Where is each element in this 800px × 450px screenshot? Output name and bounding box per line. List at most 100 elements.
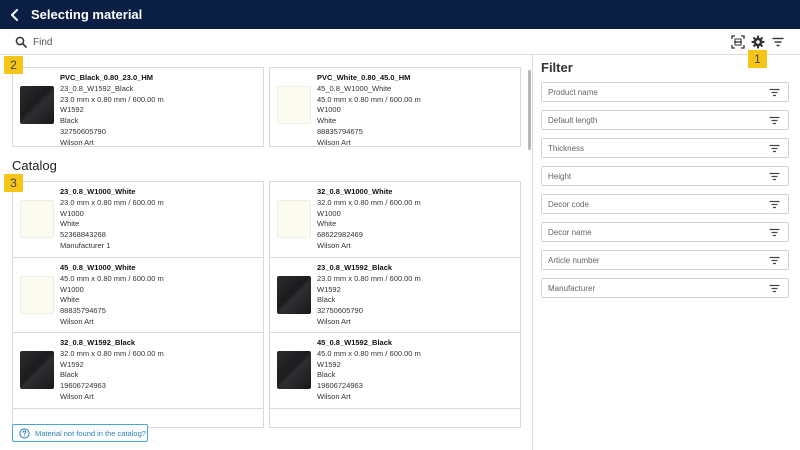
material-color: White — [317, 116, 337, 126]
filter-field-article-number[interactable]: Article number — [541, 250, 789, 270]
catalog-material-card[interactable]: 32_0.8_W1592_Black 32.0 mm x 0.80 mm / 6… — [12, 332, 264, 412]
material-swatch — [20, 200, 54, 238]
filter-field-height[interactable]: Height — [541, 166, 789, 186]
filter-field-decor-name[interactable]: Decor name — [541, 222, 789, 242]
catalog-material-card[interactable]: 23_0.8_W1592_Black 23.0 mm x 0.80 mm / 6… — [269, 257, 521, 337]
material-swatch — [277, 351, 311, 389]
catalog-material-card[interactable]: 32_0.8_W1000_White 32.0 mm x 0.80 mm / 6… — [269, 181, 521, 261]
filter-field-label: Manufacturer — [548, 283, 596, 293]
barcode-scan-icon[interactable] — [731, 35, 745, 49]
material-manufacturer: Wilson Art — [317, 391, 351, 401]
material-name: 45_0.8_W1592_Black — [317, 338, 393, 347]
material-manufacturer: Wilson Art — [317, 240, 351, 250]
filter-field-product-name[interactable]: Product name — [541, 82, 789, 102]
material-manufacturer: Wilson Art — [60, 391, 94, 401]
material-info: 45_0.8_W1592_Black 45.0 mm x 0.80 mm / 6… — [317, 338, 421, 403]
material-article: 88835794675 — [60, 306, 106, 316]
catalog-material-card[interactable]: 23_0.8_W1000_White 23.0 mm x 0.80 mm / 6… — [12, 181, 264, 261]
material-decor: W1000 — [317, 105, 341, 115]
material-manufacturer: Wilson Art — [317, 137, 351, 147]
filter-lines-icon[interactable] — [771, 35, 785, 49]
material-decor: W1000 — [60, 284, 84, 294]
material-swatch — [20, 86, 54, 124]
material-name: PVC_Black_0.80_23.0_HM — [60, 73, 153, 82]
filter-field-thickness[interactable]: Thickness — [541, 138, 789, 158]
material-name: 45_0.8_W1000_White — [60, 263, 136, 272]
recent-material-card[interactable]: PVC_Black_0.80_23.0_HM 23_0.8_W1592_Blac… — [12, 67, 264, 147]
material-article: 88835794675 — [317, 126, 363, 136]
material-code: 23_0.8_W1592_Black — [60, 83, 134, 93]
material-name: 32_0.8_W1000_White — [317, 187, 393, 196]
material-article: 68622982469 — [317, 230, 363, 240]
annotation-badge-3: 3 — [4, 174, 23, 192]
filter-field-decor-code[interactable]: Decor code — [541, 194, 789, 214]
material-decor: W1592 — [60, 359, 84, 369]
material-decor: W1000 — [60, 208, 84, 218]
filter-field-label: Thickness — [548, 143, 585, 153]
material-dimensions: 23.0 mm x 0.80 mm / 600.00 m — [317, 273, 421, 283]
filter-lines-icon — [769, 256, 780, 264]
material-manufacturer: Manufacturer 1 — [60, 240, 111, 250]
material-info: 23_0.8_W1592_Black 23.0 mm x 0.80 mm / 6… — [317, 263, 421, 328]
page-title: Selecting material — [31, 7, 143, 22]
filter-field-default-length[interactable]: Default length — [541, 110, 789, 130]
search-bar — [0, 29, 800, 55]
material-not-found-button[interactable]: Material not found in the catalog? — [12, 424, 148, 442]
material-name: 23_0.8_W1000_White — [60, 187, 136, 196]
recent-material-card[interactable]: PVC_White_0.80_45.0_HM 45_0.8_W1000_Whit… — [269, 67, 521, 147]
question-circle-icon — [19, 427, 30, 439]
material-swatch — [20, 276, 54, 314]
gear-icon[interactable] — [751, 35, 765, 49]
material-dimensions: 45.0 mm x 0.80 mm / 600.00 m — [317, 348, 421, 358]
material-dimensions: 45.0 mm x 0.80 mm / 600.00 m — [317, 94, 421, 104]
material-color: White — [60, 219, 80, 229]
back-button[interactable] — [0, 0, 30, 29]
material-info: PVC_White_0.80_45.0_HM 45_0.8_W1000_Whit… — [317, 73, 421, 149]
material-name: 32_0.8_W1592_Black — [60, 338, 136, 347]
list-scrollbar[interactable] — [528, 70, 531, 150]
search-input[interactable] — [33, 33, 533, 51]
material-color: Black — [317, 370, 336, 380]
material-manufacturer: Wilson Art — [60, 137, 94, 147]
material-color: Black — [317, 295, 336, 305]
filter-field-label: Height — [548, 171, 572, 181]
filter-field-manufacturer[interactable]: Manufacturer — [541, 278, 789, 298]
material-color: White — [317, 219, 337, 229]
filter-field-label: Default length — [548, 115, 598, 125]
filter-field-label: Decor name — [548, 227, 592, 237]
material-decor: W1592 — [60, 105, 84, 115]
annotation-badge-2: 2 — [4, 56, 23, 74]
filter-field-label: Decor code — [548, 199, 589, 209]
material-swatch — [20, 351, 54, 389]
material-article: 19606724963 — [317, 381, 363, 391]
material-info: 32_0.8_W1000_White 32.0 mm x 0.80 mm / 6… — [317, 187, 421, 252]
pane-divider — [532, 55, 533, 450]
material-manufacturer: Wilson Art — [317, 316, 351, 326]
material-manufacturer: Wilson Art — [60, 316, 94, 326]
material-swatch — [277, 86, 311, 124]
material-dimensions: 32.0 mm x 0.80 mm / 600.00 m — [317, 197, 421, 207]
filter-lines-icon — [769, 88, 780, 96]
material-dimensions: 23.0 mm x 0.80 mm / 600.00 m — [60, 197, 164, 207]
filter-heading: Filter — [541, 60, 573, 75]
material-color: Black — [60, 370, 79, 380]
filter-lines-icon — [769, 172, 780, 180]
material-decor: W1592 — [317, 284, 341, 294]
filter-lines-icon — [769, 284, 780, 292]
app-header: Selecting material — [0, 0, 800, 29]
catalog-material-card[interactable]: 45_0.8_W1592_Black 45.0 mm x 0.80 mm / 6… — [269, 332, 521, 412]
catalog-material-card[interactable]: 45_0.8_W1000_White 45.0 mm x 0.80 mm / 6… — [12, 257, 264, 337]
search-icon — [15, 36, 27, 48]
catalog-material-card[interactable] — [269, 408, 521, 428]
material-list-pane: PVC_Black_0.80_23.0_HM 23_0.8_W1592_Blac… — [0, 55, 532, 450]
material-dimensions: 45.0 mm x 0.80 mm / 600.00 m — [60, 273, 164, 283]
filter-field-label: Article number — [548, 255, 600, 265]
material-article: 32750605790 — [60, 126, 106, 136]
material-name: 23_0.8_W1592_Black — [317, 263, 393, 272]
material-info: 32_0.8_W1592_Black 32.0 mm x 0.80 mm / 6… — [60, 338, 164, 403]
material-decor: W1000 — [317, 208, 341, 218]
material-color: White — [60, 295, 80, 305]
material-info: 23_0.8_W1000_White 23.0 mm x 0.80 mm / 6… — [60, 187, 164, 252]
filter-lines-icon — [769, 200, 780, 208]
chevron-left-icon — [11, 8, 18, 21]
